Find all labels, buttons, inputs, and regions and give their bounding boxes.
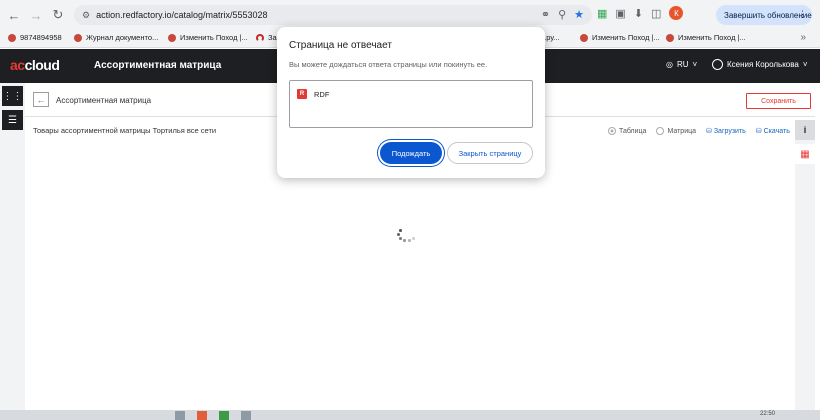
user-icon (712, 59, 723, 70)
grid-menu-icon[interactable]: ⋮⋮ (2, 86, 23, 106)
bookmark-item[interactable]: Изменить Поход |... (666, 33, 746, 42)
update-button[interactable]: Завершить обновление ⋮ (716, 5, 812, 25)
menu-dots-icon[interactable]: ⋮ (798, 9, 807, 20)
chevron-down-icon: ˅ (692, 60, 698, 69)
taskbar-app-icon[interactable] (241, 411, 251, 420)
right-rail: i ▦ (795, 120, 815, 410)
view-table-radio[interactable]: Таблица (608, 127, 646, 135)
bookmark-star-icon[interactable]: ★ (574, 8, 584, 21)
bookmark-favicon (580, 33, 588, 42)
upload-link[interactable]: ⛁ Загрузить (706, 127, 746, 135)
left-rail: ⋮⋮ ☰ (0, 83, 25, 420)
view-matrix-radio[interactable]: Матрица (656, 127, 696, 135)
taskbar (0, 410, 820, 420)
bookmark-favicon (8, 33, 16, 42)
apps-icon[interactable]: ▦ (597, 7, 607, 20)
dialog-title: Страница не отвечает (289, 40, 392, 51)
taskbar-clock: 22:50 (760, 411, 776, 417)
bookmark-item[interactable]: Журнал документо... (74, 33, 158, 42)
rdf-favicon-icon: R (297, 89, 307, 99)
loading-spinner-icon (397, 228, 419, 242)
taskbar-app-icon[interactable] (175, 411, 185, 420)
dialog-text: Вы можете дождаться ответа страницы или … (289, 60, 488, 69)
download-link[interactable]: ⛁ Скачать (756, 127, 790, 135)
forward-arrow-icon[interactable]: → (25, 4, 47, 26)
radio-icon (656, 127, 665, 135)
bookmark-favicon (74, 33, 82, 42)
user-name: Ксения Королькова (727, 60, 799, 69)
extensions-icon[interactable]: ▣ (615, 7, 625, 20)
bookmark-favicon (168, 33, 176, 42)
taskbar-app-icon[interactable] (197, 411, 207, 420)
save-button[interactable]: Сохранить (746, 93, 811, 109)
user-menu[interactable]: Ксения Королькова ˅ (712, 59, 808, 70)
reload-icon[interactable]: ↻ (47, 4, 69, 26)
chevron-down-icon: ˅ (802, 60, 808, 69)
list-item[interactable]: R RDF (297, 89, 329, 99)
back-arrow-icon[interactable]: ← (3, 4, 25, 26)
browser-toolbar: ← → ↻ ⚙ action.redfactory.io/catalog/mat… (0, 0, 820, 30)
unresponsive-pages-list: R RDF (289, 80, 533, 128)
bookmark-favicon (256, 33, 264, 42)
hamburger-icon[interactable]: ☰ (2, 110, 23, 130)
page-unresponsive-dialog: Страница не отвечает Вы можете дождаться… (277, 27, 545, 178)
taskbar-app-icon[interactable] (219, 411, 229, 420)
app-logo[interactable]: accloud (10, 57, 60, 73)
bookmark-item[interactable]: Изменить Поход |... (168, 33, 248, 42)
app-title: Ассортиментная матрица (94, 60, 222, 71)
bookmark-item[interactable]: Изменить Поход |... (580, 33, 660, 42)
url-text: action.redfactory.io/catalog/matrix/5553… (96, 10, 268, 20)
wait-button[interactable]: Подождать (380, 142, 442, 164)
radio-icon (608, 127, 616, 135)
bookmarks-more-icon[interactable]: » (800, 32, 806, 43)
bookmark-favicon (666, 33, 674, 42)
globe-icon: ◎ (666, 60, 673, 69)
download-icon[interactable]: ⬇ (634, 7, 643, 20)
profile-avatar[interactable]: К (669, 6, 684, 20)
view-options: Таблица Матрица ⛁ Загрузить ⛁ Скачать (608, 127, 790, 135)
address-bar[interactable]: ⚙ action.redfactory.io/catalog/matrix/55… (74, 5, 592, 25)
bookmark-item[interactable]: За (256, 33, 277, 42)
bookmark-item[interactable]: 9874894958 (8, 33, 62, 42)
taskbar-icons (175, 411, 251, 420)
language-selector[interactable]: ◎ RU ˅ (666, 60, 697, 69)
key-icon[interactable]: ⚭ (541, 8, 550, 21)
products-label: Товары ассортиментной матрицы Тортилья в… (33, 126, 217, 135)
language-label: RU (676, 60, 689, 69)
site-info-icon[interactable]: ⚙ (82, 10, 90, 21)
close-page-button[interactable]: Закрыть страницу (447, 142, 533, 164)
page-title: Ассортиментная матрица (56, 96, 152, 105)
grid-icon[interactable]: ▦ (795, 144, 815, 164)
info-icon[interactable]: i (795, 120, 815, 140)
zoom-icon[interactable]: ⚲ (558, 8, 566, 21)
sidepanel-icon[interactable]: ◫ (651, 7, 661, 20)
back-button[interactable]: ← (33, 92, 49, 107)
list-item-label: RDF (314, 89, 330, 99)
